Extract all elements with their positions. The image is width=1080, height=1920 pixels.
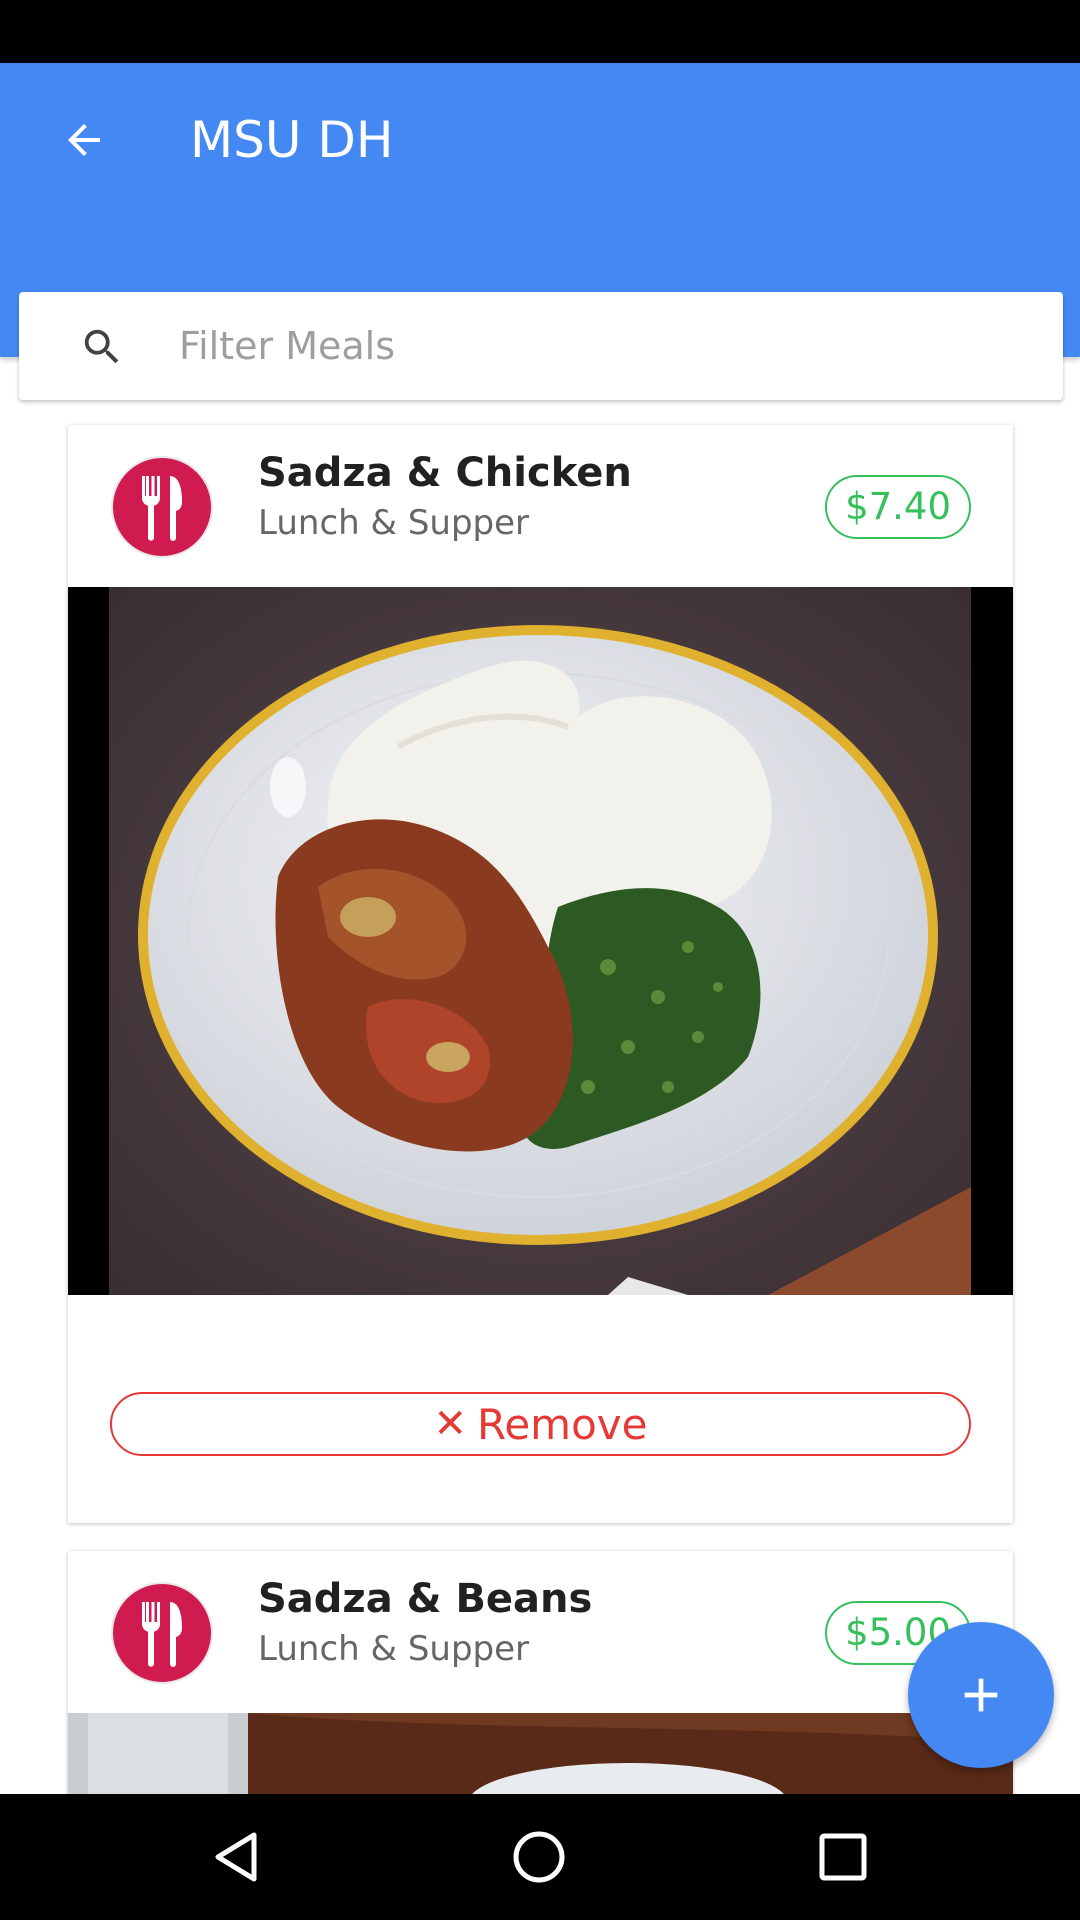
back-button[interactable] [52, 108, 116, 172]
meal-list: Sadza & Chicken Lunch & Supper $7.40 ✕ R… [0, 357, 1080, 1794]
status-bar [0, 0, 1080, 63]
app-title: MSU DH [190, 111, 394, 169]
close-icon: ✕ [433, 1401, 468, 1447]
nav-back-button[interactable] [203, 1824, 269, 1890]
remove-label: Remove [477, 1399, 648, 1449]
nav-home-icon [513, 1831, 565, 1883]
cutlery-icon [142, 1602, 182, 1667]
add-icon [964, 1678, 998, 1712]
system-nav-bar [0, 1794, 1080, 1920]
meal-card: Sadza & Chicken Lunch & Supper $7.40 ✕ R… [68, 425, 1013, 1523]
meal-name: Sadza & Chicken [258, 450, 632, 496]
nav-recents-button[interactable] [810, 1824, 876, 1890]
arrow-back-icon [68, 124, 100, 156]
meal-name: Sadza & Beans [258, 1576, 593, 1622]
nav-home-button[interactable] [506, 1824, 572, 1890]
meal-type: Lunch & Supper [258, 503, 530, 543]
meal-photo [68, 1713, 1013, 1794]
meal-photo [68, 587, 1013, 1295]
cutlery-icon [142, 476, 182, 541]
meal-card-header: Sadza & Beans Lunch & Supper $5.00 [68, 1551, 1013, 1713]
meal-card: Sadza & Beans Lunch & Supper $5.00 [68, 1551, 1013, 1794]
nav-recents-icon [819, 1833, 867, 1881]
price-badge: $7.40 [825, 475, 971, 539]
add-meal-button[interactable] [908, 1622, 1054, 1768]
meal-avatar [111, 456, 213, 558]
meal-type: Lunch & Supper [258, 1629, 530, 1669]
app-bar: MSU DH [0, 63, 1080, 400]
meal-card-header: Sadza & Chicken Lunch & Supper $7.40 [68, 425, 1013, 587]
meal-avatar [111, 1582, 213, 1684]
nav-back-icon [215, 1832, 257, 1882]
remove-button[interactable]: ✕ Remove [110, 1392, 971, 1456]
